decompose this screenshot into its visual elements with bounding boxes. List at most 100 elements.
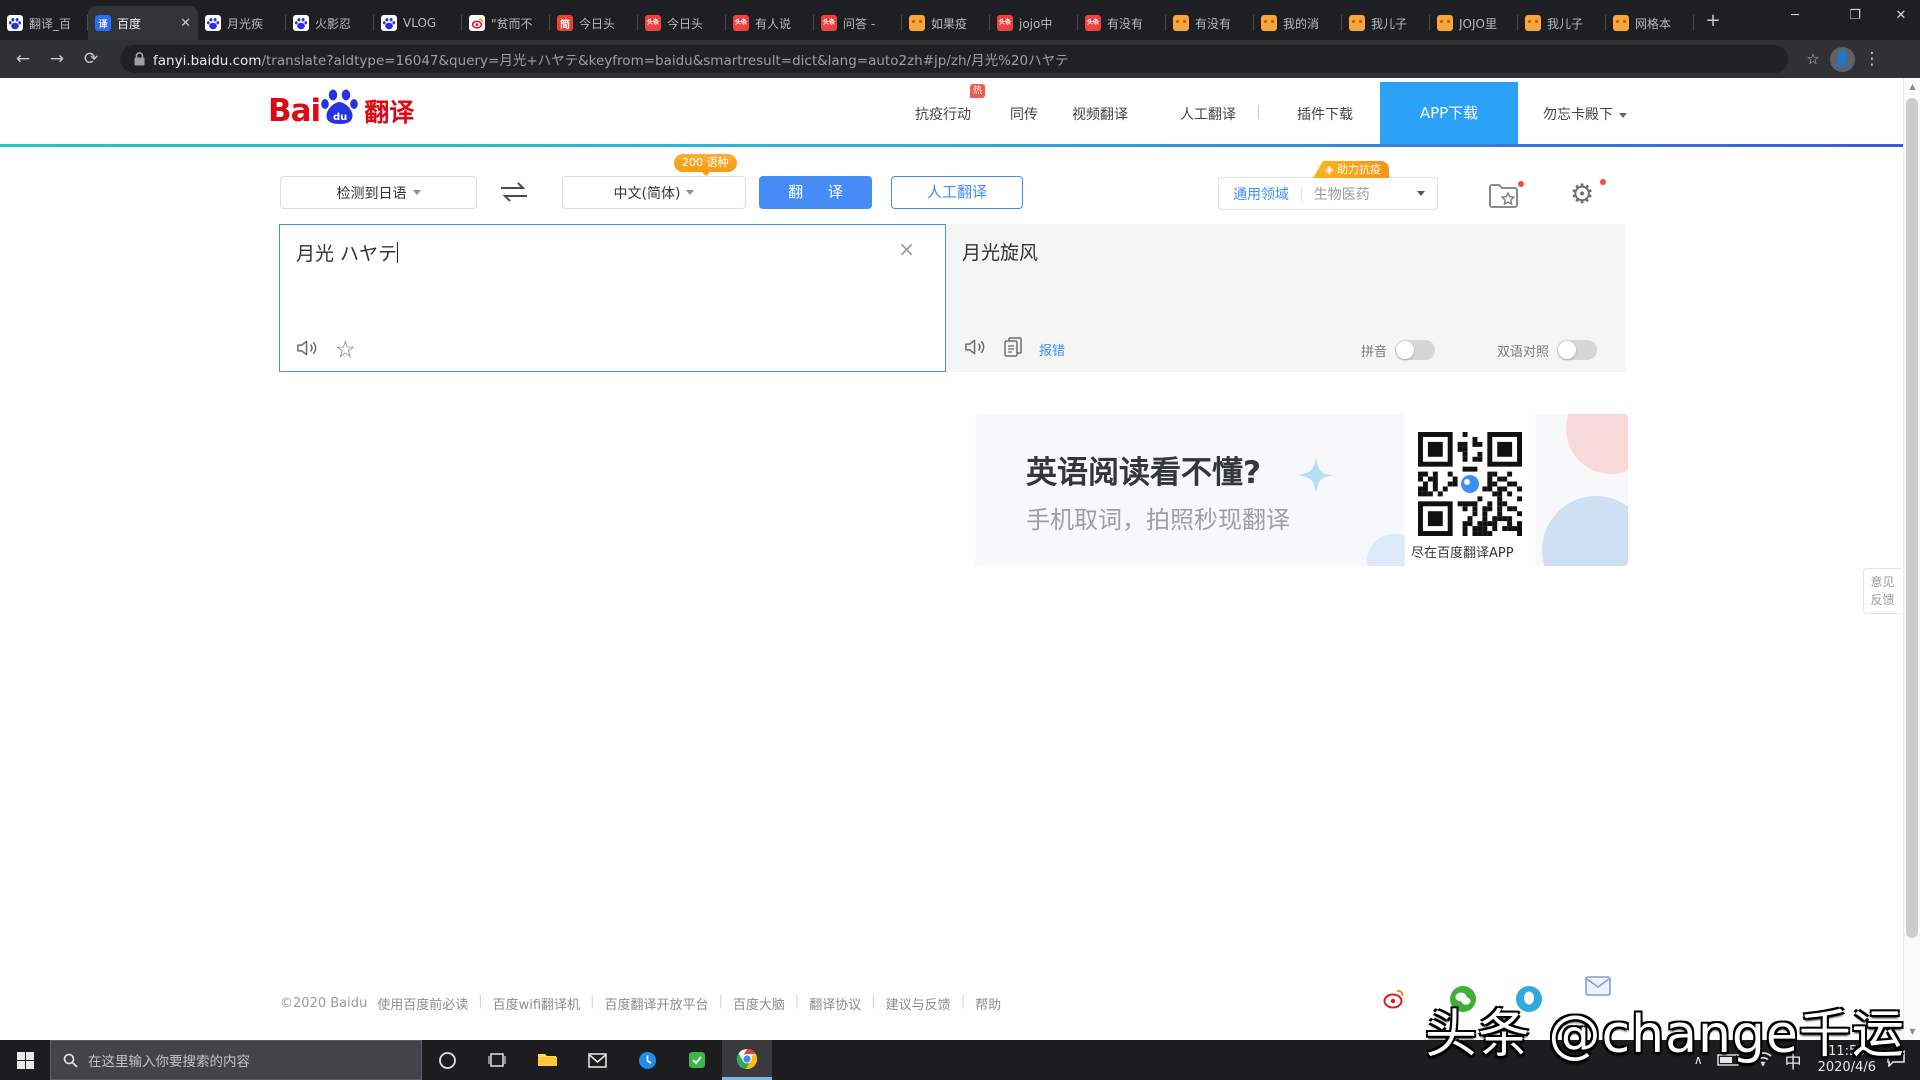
mail-app-icon[interactable] [572, 1040, 622, 1080]
chrome-icon[interactable] [722, 1040, 772, 1080]
domain-general-label[interactable]: 通用领域 [1233, 184, 1289, 204]
profile-avatar[interactable]: 👤 [1830, 47, 1855, 72]
footer-link-6[interactable]: 帮助 [975, 994, 1001, 1013]
alarms-clock-app-icon[interactable] [622, 1040, 672, 1080]
browser-tab-13[interactable]: 有没有 [1166, 6, 1254, 40]
orange-favicon-icon [1261, 15, 1277, 31]
tab-close-icon[interactable]: ✕ [180, 16, 191, 31]
browser-tab-12[interactable]: 头条有没有 [1078, 6, 1166, 40]
chevron-down-icon [413, 190, 421, 195]
target-language-select[interactable]: 中文(简体) [562, 176, 746, 209]
scroll-thumb[interactable] [1906, 98, 1918, 938]
domain-selected-label[interactable]: 生物医药 [1314, 184, 1370, 204]
translate-input-panel[interactable]: 月光 ハヤテ × ☆ [279, 224, 946, 372]
report-error-link[interactable]: 报错 [1039, 340, 1065, 359]
browser-tab-bar: 翻译_百译百度✕月光疾火影忍VLOG"贫而不简今日头头条今日头头条有人说头条问答… [0, 0, 1920, 40]
pinyin-toggle[interactable] [1395, 340, 1435, 360]
domain-select[interactable]: 通用领域 | 生物医药 [1218, 177, 1438, 210]
nav-divider: | [1256, 104, 1261, 120]
url-text: fanyi.baidu.com/translate?aldtype=16047&… [153, 49, 1069, 69]
app-promo-banner[interactable]: 英语阅读看不懂? 手机取词，拍照秒现翻译 尽在百度翻译APP [975, 414, 1628, 566]
footer-divider: | [961, 994, 965, 1013]
browser-tab-18[interactable]: 网格本 [1606, 6, 1694, 40]
input-text[interactable]: 月光 ハヤテ [296, 239, 398, 266]
browser-tab-9[interactable]: 头条问答 - [814, 6, 902, 40]
feedback-tab[interactable]: 意见反馈 [1863, 568, 1901, 614]
nav-item-0[interactable]: 抗疫行动 [915, 104, 971, 124]
browser-tab-1[interactable]: 译百度✕ [88, 6, 198, 40]
window-minimize-button[interactable]: ─ [1772, 0, 1818, 32]
taskbar-search-box[interactable]: 在这里输入你要搜索的内容 [50, 1040, 422, 1080]
nav-item-1[interactable]: 同传 [1010, 104, 1038, 124]
pinyin-label: 拼音 [1361, 341, 1387, 360]
forward-button[interactable]: → [40, 49, 74, 69]
browser-tab-8[interactable]: 头条有人说 [726, 6, 814, 40]
reload-button[interactable]: ⟳ [74, 49, 108, 69]
tab-title: 网格本 [1635, 15, 1687, 32]
browser-tab-4[interactable]: VLOG [374, 6, 462, 40]
url-bar[interactable]: fanyi.baidu.com/translate?aldtype=16047&… [120, 45, 1788, 73]
tab-title: 火影忍 [315, 15, 367, 32]
green-app-icon[interactable] [672, 1040, 722, 1080]
browser-tab-10[interactable]: 如果疫 [902, 6, 990, 40]
footer-links: 使用百度前必读|百度wifi翻译机|百度翻译开放平台|百度大脑|翻译协议|建议与… [377, 994, 1001, 1013]
cortana-button[interactable] [422, 1040, 472, 1080]
scroll-up-arrow[interactable]: ▲ [1904, 82, 1920, 91]
browser-tab-3[interactable]: 火影忍 [286, 6, 374, 40]
task-view-button[interactable] [472, 1040, 522, 1080]
nav-item-4[interactable]: 插件下载 [1297, 104, 1353, 124]
video-watermark: 头条 @change千运 [1425, 992, 1905, 1067]
footer-link-0[interactable]: 使用百度前必读 [377, 994, 468, 1013]
source-language-select[interactable]: 检测到日语 [280, 176, 477, 209]
browser-tab-0[interactable]: 翻译_百 [0, 6, 88, 40]
tab-title: 百度 [117, 15, 174, 32]
human-translate-button[interactable]: 人工翻译 [891, 176, 1023, 209]
browser-tab-17[interactable]: 我儿子 [1518, 6, 1606, 40]
footer-link-3[interactable]: 百度大脑 [733, 994, 785, 1013]
browser-tab-15[interactable]: 我儿子 [1342, 6, 1430, 40]
browser-tab-14[interactable]: 我的消 [1254, 6, 1342, 40]
jian-favicon-icon: 简 [557, 15, 573, 31]
favorites-folder-icon[interactable] [1488, 183, 1520, 213]
browser-tab-6[interactable]: 简今日头 [550, 6, 638, 40]
favorite-star-icon[interactable]: ☆ [335, 340, 356, 360]
nav-item-2[interactable]: 视频翻译 [1072, 104, 1128, 124]
app-download-button[interactable]: APP下载 [1380, 82, 1518, 144]
tab-title: jojo中 [1019, 15, 1071, 32]
copy-icon[interactable] [1004, 337, 1022, 361]
footer-link-4[interactable]: 翻译协议 [809, 994, 861, 1013]
nav-item-3[interactable]: 人工翻译 [1180, 104, 1236, 124]
weibo-icon[interactable] [1381, 986, 1407, 1012]
file-explorer-icon[interactable] [522, 1040, 572, 1080]
browser-menu-icon[interactable]: ⋮ [1855, 49, 1889, 69]
browser-tab-16[interactable]: JOJO里 [1430, 6, 1518, 40]
paw-favicon-icon [381, 15, 397, 31]
speaker-icon[interactable] [296, 338, 319, 362]
browser-tab-2[interactable]: 月光疾 [198, 6, 286, 40]
settings-gear-icon[interactable]: ⚙ [1570, 179, 1594, 210]
bookmark-star-icon[interactable]: ☆ [1796, 50, 1830, 68]
user-menu[interactable]: 勿忘卡殿下 [1543, 104, 1627, 124]
start-button[interactable] [0, 1040, 50, 1080]
bilingual-toggle[interactable] [1557, 340, 1597, 360]
footer-link-5[interactable]: 建议与反馈 [886, 994, 951, 1013]
speaker-icon[interactable] [964, 337, 987, 361]
tab-title: 翻译_百 [29, 15, 81, 32]
scroll-down-arrow[interactable]: ▼ [1904, 1027, 1920, 1036]
browser-tab-11[interactable]: 头条jojo中 [990, 6, 1078, 40]
footer-link-1[interactable]: 百度wifi翻译机 [493, 994, 580, 1013]
window-maximize-button[interactable]: ❐ [1832, 0, 1878, 32]
translate-button[interactable]: 翻 译 [759, 176, 872, 209]
tab-title: 有没有 [1195, 15, 1247, 32]
footer-link-2[interactable]: 百度翻译开放平台 [604, 994, 708, 1013]
back-button[interactable]: ← [6, 49, 40, 69]
swap-languages-button[interactable] [497, 180, 531, 208]
new-tab-button[interactable]: + [1700, 8, 1726, 34]
window-close-button[interactable]: ✕ [1878, 0, 1920, 32]
page-scrollbar[interactable]: ▲ ▼ [1903, 78, 1920, 1040]
browser-tab-7[interactable]: 头条今日头 [638, 6, 726, 40]
browser-tab-5[interactable]: "贫而不 [462, 6, 550, 40]
baidu-fanyi-logo[interactable]: Bai du 翻译 [268, 88, 414, 129]
clear-input-icon[interactable]: × [898, 237, 915, 261]
weibo-favicon-icon [469, 15, 485, 31]
